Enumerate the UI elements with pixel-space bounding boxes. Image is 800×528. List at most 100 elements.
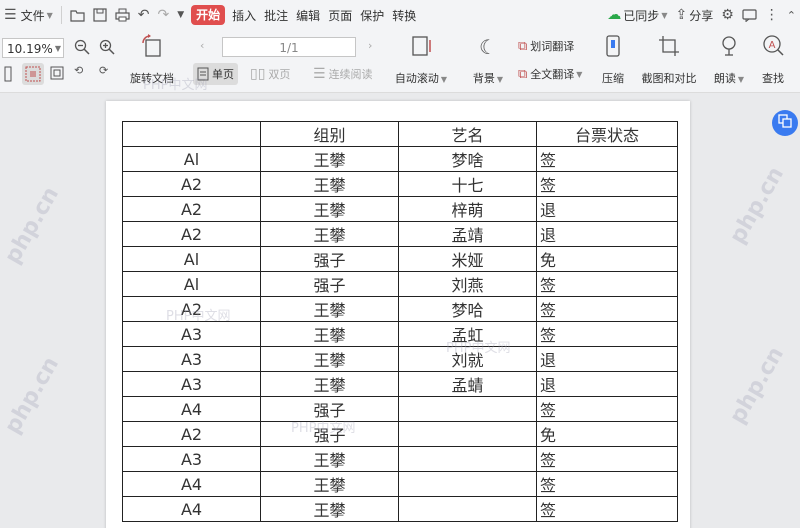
table-cell[interactable]: 孟蜻 bbox=[398, 371, 537, 397]
table-cell[interactable]: A2 bbox=[122, 296, 261, 322]
previous-page-icon[interactable]: ‹ bbox=[200, 39, 204, 52]
tab-page[interactable]: 页面 bbox=[324, 0, 356, 30]
table-cell[interactable]: 签 bbox=[536, 296, 678, 322]
actual-size-icon[interactable] bbox=[22, 63, 44, 85]
auto-scroll-button[interactable]: 自动滚动 ▼ bbox=[392, 34, 450, 86]
document-viewport[interactable]: php.cn php.cn php.cn php.cn 组别 艺名 台票状态 Al 王攀… bbox=[0, 93, 800, 528]
share-button[interactable]: ⇪ 分享 bbox=[671, 0, 717, 30]
table-cell[interactable]: 王攀 bbox=[260, 221, 399, 247]
table-cell[interactable]: 王攀 bbox=[260, 346, 399, 372]
table-cell[interactable]: 退 bbox=[536, 371, 678, 397]
table-cell[interactable]: 刘就 bbox=[398, 346, 537, 372]
table-cell[interactable]: 签 bbox=[536, 271, 678, 297]
table-cell[interactable]: 王攀 bbox=[260, 146, 399, 172]
float-tool-button[interactable] bbox=[772, 110, 798, 136]
table-cell[interactable]: 签 bbox=[536, 321, 678, 347]
find-button[interactable]: A 查找 bbox=[758, 34, 788, 86]
open-folder-icon[interactable] bbox=[66, 0, 89, 30]
table-cell[interactable]: 免 bbox=[536, 421, 678, 447]
rotate-document-button[interactable]: 旋转文档 bbox=[127, 34, 177, 86]
zoom-in-icon[interactable] bbox=[99, 39, 115, 55]
tab-comment[interactable]: 批注 bbox=[260, 0, 292, 30]
continuous-reading-button[interactable]: ☰ 连续阅读 bbox=[313, 66, 373, 82]
table-cell[interactable]: 王攀 bbox=[260, 446, 399, 472]
table-cell[interactable]: 签 bbox=[536, 446, 678, 472]
table-cell[interactable] bbox=[398, 396, 537, 422]
table-cell[interactable]: 王攀 bbox=[260, 296, 399, 322]
table-cell[interactable]: Al bbox=[122, 246, 261, 272]
table-cell[interactable]: 强子 bbox=[260, 421, 399, 447]
screenshot-compare-button[interactable]: 截图和对比 bbox=[638, 34, 700, 86]
rotate-left-icon[interactable]: ⟲ bbox=[74, 64, 83, 77]
save-icon[interactable] bbox=[89, 0, 111, 30]
full-translate-button[interactable]: ⧉ 全文翻译 ▼ bbox=[518, 66, 582, 82]
next-page-icon[interactable]: › bbox=[368, 39, 372, 52]
collapse-ribbon-icon[interactable]: ⌃ bbox=[783, 0, 800, 30]
table-cell[interactable]: A2 bbox=[122, 171, 261, 197]
table-cell[interactable]: 孟靖 bbox=[398, 221, 537, 247]
table-cell[interactable]: 签 bbox=[536, 171, 678, 197]
table-cell[interactable]: Al bbox=[122, 146, 261, 172]
table-cell[interactable]: A3 bbox=[122, 446, 261, 472]
compress-button[interactable]: 压缩 bbox=[598, 34, 628, 86]
table-cell[interactable]: 退 bbox=[536, 346, 678, 372]
table-cell[interactable] bbox=[398, 496, 537, 522]
print-icon[interactable] bbox=[111, 0, 134, 30]
more-icon[interactable]: ⋮ bbox=[761, 0, 783, 30]
table-cell[interactable]: A4 bbox=[122, 496, 261, 522]
word-translate-button[interactable]: ⧉ 划词翻译 bbox=[518, 38, 574, 54]
redo-icon[interactable]: ↷ bbox=[153, 0, 173, 30]
tab-insert[interactable]: 插入 bbox=[228, 0, 260, 30]
table-cell[interactable]: 签 bbox=[536, 471, 678, 497]
background-button[interactable]: ☾ 背景 ▼ bbox=[470, 34, 506, 86]
table-cell[interactable]: 王攀 bbox=[260, 196, 399, 222]
table-cell[interactable]: 退 bbox=[536, 196, 678, 222]
table-cell[interactable]: 王攀 bbox=[260, 471, 399, 497]
table-cell[interactable]: 米娅 bbox=[398, 246, 537, 272]
table-cell[interactable]: 王攀 bbox=[260, 321, 399, 347]
table-cell[interactable]: A2 bbox=[122, 421, 261, 447]
table-cell[interactable]: 王攀 bbox=[260, 371, 399, 397]
gear-icon[interactable]: ⚙ bbox=[717, 0, 738, 30]
tab-start[interactable]: 开始 bbox=[191, 5, 226, 25]
tab-edit[interactable]: 编辑 bbox=[292, 0, 324, 30]
table-cell[interactable]: 梦啥 bbox=[398, 146, 537, 172]
table-cell[interactable]: A3 bbox=[122, 371, 261, 397]
read-aloud-button[interactable]: 朗读 ▼ bbox=[712, 34, 746, 86]
table-cell[interactable]: 王攀 bbox=[260, 171, 399, 197]
table-cell[interactable]: 强子 bbox=[260, 396, 399, 422]
table-cell[interactable]: A3 bbox=[122, 346, 261, 372]
tab-convert[interactable]: 转换 bbox=[388, 0, 420, 30]
table-cell[interactable]: 十七 bbox=[398, 171, 537, 197]
table-cell[interactable]: A4 bbox=[122, 471, 261, 497]
file-menu[interactable]: ☰ 文件 ▼ bbox=[0, 0, 57, 30]
table-cell[interactable]: A4 bbox=[122, 396, 261, 422]
table-cell[interactable]: 刘燕 bbox=[398, 271, 537, 297]
table-cell[interactable]: Al bbox=[122, 271, 261, 297]
zoom-out-icon[interactable] bbox=[74, 39, 90, 55]
table-cell[interactable]: 免 bbox=[536, 246, 678, 272]
table-cell[interactable]: 签 bbox=[536, 146, 678, 172]
table-cell[interactable]: 签 bbox=[536, 496, 678, 522]
table-cell[interactable]: 退 bbox=[536, 221, 678, 247]
rotate-right-icon[interactable]: ⟳ bbox=[99, 64, 108, 77]
tab-protect[interactable]: 保护 bbox=[356, 0, 388, 30]
fit-width-icon[interactable] bbox=[4, 66, 12, 82]
message-icon[interactable] bbox=[738, 0, 761, 30]
table-cell[interactable]: 梓萌 bbox=[398, 196, 537, 222]
table-cell[interactable]: A2 bbox=[122, 221, 261, 247]
sync-button[interactable]: ☁ 已同步 ▼ bbox=[603, 0, 671, 30]
table-cell[interactable] bbox=[398, 471, 537, 497]
table-cell[interactable]: 梦哈 bbox=[398, 296, 537, 322]
double-page-button[interactable]: ▯▯ 双页 bbox=[250, 66, 290, 82]
fit-page-icon[interactable] bbox=[50, 66, 64, 80]
table-cell[interactable] bbox=[398, 421, 537, 447]
quick-access-dropdown-icon[interactable]: ▼ bbox=[173, 0, 188, 30]
table-cell[interactable]: 孟虹 bbox=[398, 321, 537, 347]
page-number-input[interactable]: 1/1 bbox=[222, 37, 356, 57]
table-cell[interactable]: A3 bbox=[122, 321, 261, 347]
table-cell[interactable]: 强子 bbox=[260, 246, 399, 272]
table-cell[interactable]: 王攀 bbox=[260, 496, 399, 522]
table-cell[interactable]: 签 bbox=[536, 396, 678, 422]
table-cell[interactable]: 强子 bbox=[260, 271, 399, 297]
